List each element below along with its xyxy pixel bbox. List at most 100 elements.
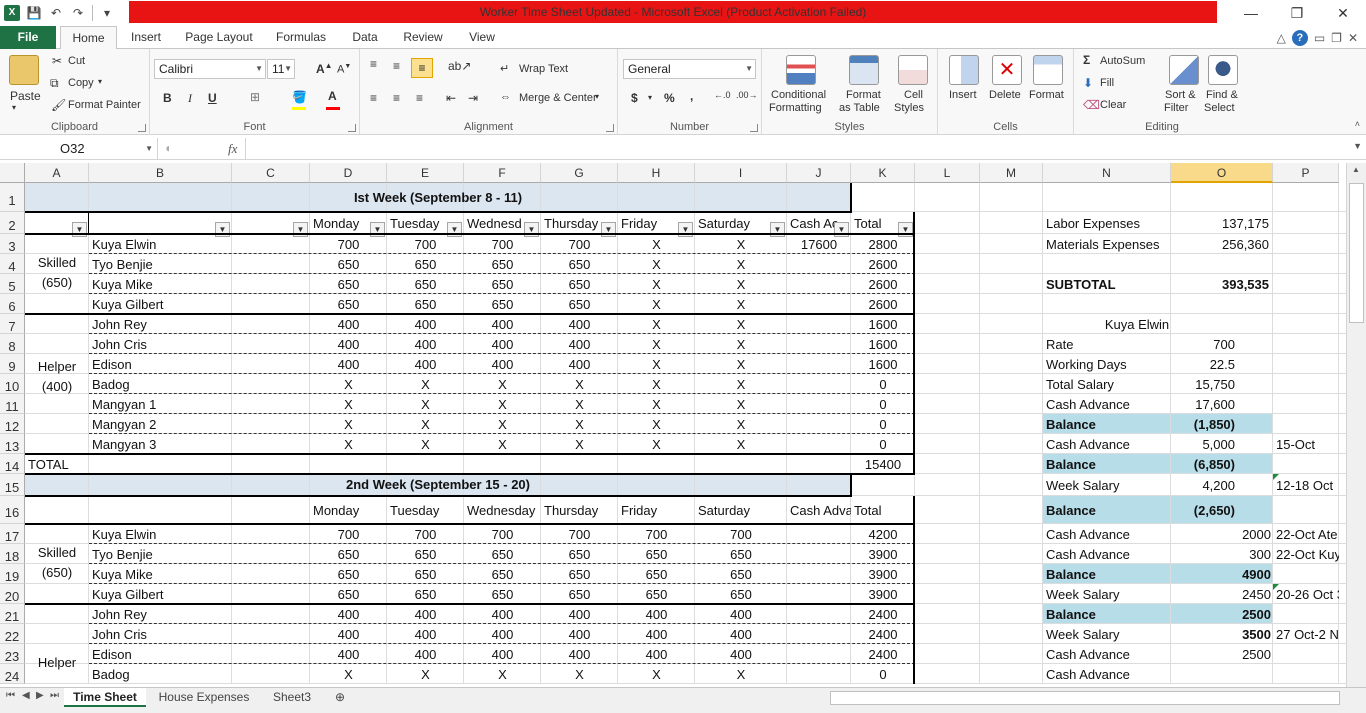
minimize-icon[interactable]: — [1228,0,1274,26]
workbook-close-icon[interactable]: ✕ [1348,31,1358,45]
row-header-10[interactable]: 10 [0,374,25,394]
conditional-formatting-label-1[interactable]: Conditional [771,89,826,101]
tab-data[interactable]: Data [344,26,386,49]
font-name-combo[interactable]: Calibri ▼ [154,59,266,79]
fill-icon[interactable]: ⬇ [1083,76,1093,90]
percent-button[interactable]: % [664,91,675,105]
row-header-15[interactable]: 15 [0,474,25,496]
delete-cells-button[interactable]: Delete [989,89,1021,101]
row-header-5[interactable]: 5 [0,274,25,294]
align-left-icon[interactable]: ≡ [370,91,377,105]
collapse-ribbon-chevron-icon[interactable]: ˄ [1355,119,1360,129]
comma-button[interactable]: , [690,89,693,103]
excel-app-icon[interactable]: X [4,5,20,21]
decrease-indent-icon[interactable]: ⇤ [446,91,456,105]
font-size-combo[interactable]: 11 ▼ [267,59,295,79]
paste-button[interactable]: Paste [10,89,41,103]
column-header-h[interactable]: H [618,163,695,183]
font-color-icon[interactable]: A [328,89,337,103]
insert-function-icon[interactable]: fx [228,138,244,160]
conditional-formatting-icon[interactable] [786,55,816,85]
format-as-table-label-1[interactable]: Format [846,89,881,101]
column-header-c[interactable]: C [232,163,310,183]
orientation-icon[interactable]: ab↗ [448,59,471,73]
alignment-launcher-icon[interactable] [606,124,614,132]
row-header-9[interactable]: 9 [0,354,25,374]
italic-button[interactable]: I [188,91,192,106]
format-cells-icon[interactable] [1033,55,1063,85]
format-cells-button[interactable]: Format [1029,89,1064,101]
column-header-f[interactable]: F [464,163,541,183]
column-header-a[interactable]: A [25,163,89,183]
column-header-m[interactable]: M [980,163,1043,183]
column-header-g[interactable]: G [541,163,618,183]
align-right-icon[interactable]: ≡ [416,91,423,105]
expand-formula-bar-icon[interactable]: ▼ [1353,141,1362,151]
row-header-16[interactable]: 16 [0,496,25,524]
increase-decimal-icon[interactable]: ←.0 [714,90,731,100]
clear-icon[interactable]: ⌫ [1083,98,1100,112]
row-header-20[interactable]: 20 [0,584,25,604]
sort-filter-label-2[interactable]: Filter [1164,102,1188,114]
align-center-icon[interactable]: ≡ [393,91,400,105]
row-header-3[interactable]: 3 [0,234,25,254]
sort-filter-icon[interactable] [1169,55,1199,85]
row-header-13[interactable]: 13 [0,434,25,454]
close-icon[interactable]: ✕ [1320,0,1366,26]
cut-button[interactable]: Cut [68,55,85,67]
undo-icon[interactable]: ↶ [48,5,64,21]
autosum-button[interactable]: AutoSum [1100,55,1145,67]
sheet-tab-time-sheet[interactable]: Time Sheet [64,688,146,707]
clear-button[interactable]: Clear [1100,99,1126,111]
tab-insert[interactable]: Insert [122,26,170,49]
currency-dropdown-icon[interactable]: ▾ [648,93,652,102]
fill-button[interactable]: Fill [1100,77,1114,89]
cell-styles-label-1[interactable]: Cell [904,89,923,101]
merge-dropdown-icon[interactable]: ▾ [595,92,599,101]
select-all-corner[interactable] [0,163,25,183]
font-size-dropdown-icon[interactable]: ▼ [284,60,292,78]
row-header-12[interactable]: 12 [0,414,25,434]
copy-button[interactable]: Copy [68,77,94,89]
align-top-icon[interactable]: ≡ [370,57,377,71]
tab-file[interactable]: File [0,26,56,49]
currency-button[interactable]: $ [631,91,638,105]
insert-sheet-icon[interactable]: ⊕ [328,688,352,707]
grow-font-icon[interactable]: A▲ [316,61,333,76]
row-header-2[interactable]: 2 [0,212,25,234]
column-header-i[interactable]: I [695,163,787,183]
font-name-dropdown-icon[interactable]: ▼ [255,60,263,78]
row-header-21[interactable]: 21 [0,604,25,624]
wrap-text-icon[interactable]: ↵ [500,62,509,75]
copy-icon[interactable]: ⧉ [50,76,59,91]
format-as-table-label-2[interactable]: as Table [839,102,880,114]
prev-sheet-icon[interactable]: ◀ [22,690,30,701]
delete-cells-icon[interactable]: ✕ [992,55,1022,85]
row-header-7[interactable]: 7 [0,314,25,334]
sheet-tab-sheet3[interactable]: Sheet3 [262,688,322,707]
find-select-icon[interactable] [1208,55,1238,85]
row-header-23[interactable]: 23 [0,644,25,664]
collapse-ribbon-icon[interactable]: △ [1277,31,1286,45]
sort-filter-label-1[interactable]: Sort & [1165,89,1196,101]
last-sheet-icon[interactable]: ⏭ [50,690,59,701]
row-header-8[interactable]: 8 [0,334,25,354]
paste-dropdown-icon[interactable]: ▾ [12,103,16,112]
format-as-table-icon[interactable] [849,55,879,85]
fill-color-icon[interactable]: 🪣 [292,90,307,104]
paste-icon[interactable] [9,55,39,85]
autosum-icon[interactable]: Σ [1083,53,1090,67]
name-box-dropdown-icon[interactable]: ▼ [145,138,153,160]
borders-icon[interactable]: ⊞ [250,90,260,104]
workbook-restore-icon[interactable]: ❐ [1331,31,1342,45]
cell-styles-icon[interactable] [898,55,928,85]
merge-center-button[interactable]: Merge & Center [519,92,597,104]
tab-formulas[interactable]: Formulas [268,26,334,49]
increase-indent-icon[interactable]: ⇥ [468,91,478,105]
font-launcher-icon[interactable] [348,124,356,132]
column-header-j[interactable]: J [787,163,851,183]
format-painter-button[interactable]: Format Painter [68,99,141,111]
row-header-24[interactable]: 24 [0,664,25,684]
number-format-dropdown-icon[interactable]: ▼ [745,60,753,78]
horizontal-scrollbar[interactable] [830,691,1340,705]
